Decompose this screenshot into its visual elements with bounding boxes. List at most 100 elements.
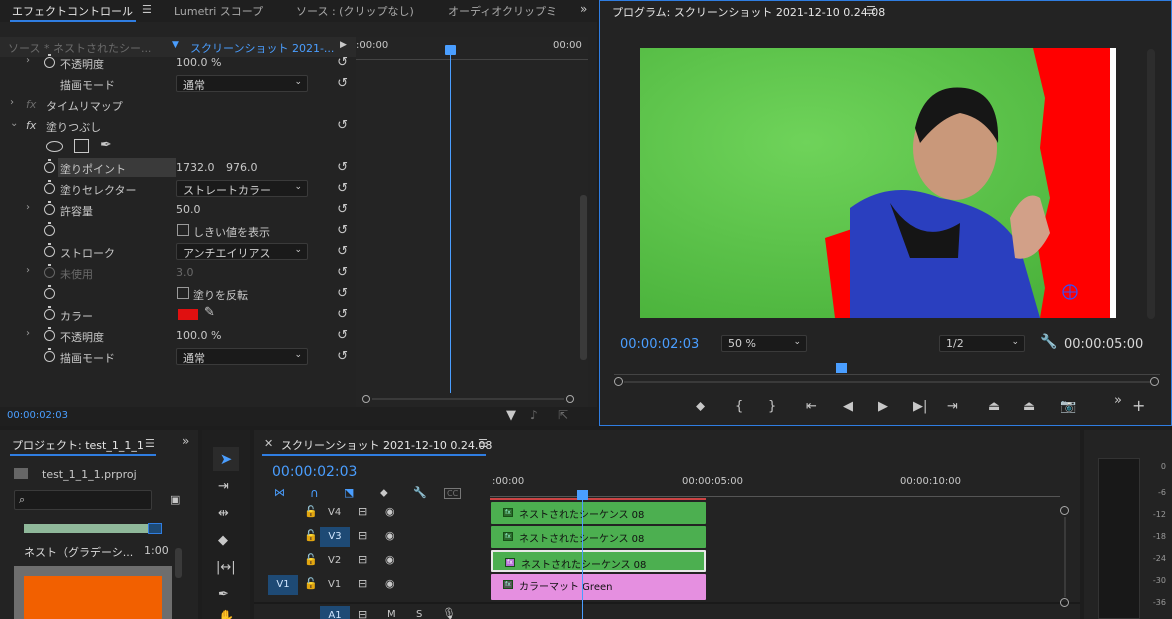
blend-mode-dropdown[interactable]: 通常 ⌄ xyxy=(176,75,308,92)
expand-chevron-icon[interactable]: › xyxy=(26,55,30,66)
solo-button[interactable]: S xyxy=(416,609,422,619)
source-patch-v1[interactable]: V1 xyxy=(268,575,298,595)
timeline-clip[interactable]: fx カラーマット Green xyxy=(491,574,706,600)
reset-icon[interactable]: ↺ xyxy=(337,223,348,238)
new-bin-icon[interactable]: ▣ xyxy=(170,493,180,506)
track-select-tool[interactable]: ⇥ xyxy=(218,479,229,494)
stopwatch-icon[interactable] xyxy=(44,306,55,320)
reset-icon[interactable]: ↺ xyxy=(337,202,348,217)
tab-effect-controls[interactable]: エフェクトコントロール xyxy=(12,3,133,19)
add-marker-icon[interactable]: ⬥ xyxy=(380,486,388,500)
hand-tool[interactable]: ✋ xyxy=(218,610,234,619)
program-vscroll[interactable] xyxy=(1147,49,1155,319)
lift-icon[interactable]: ⏏ xyxy=(988,399,1000,414)
work-area-bar[interactable] xyxy=(490,498,706,500)
program-timecode[interactable]: 00:00:02:03 xyxy=(620,337,699,352)
track-a1-target[interactable]: A1 xyxy=(320,606,350,619)
tolerance-value[interactable]: 50.0 xyxy=(176,203,201,216)
export-icon[interactable]: ⇱ xyxy=(558,408,568,422)
sync-lock-icon[interactable]: ⊟ xyxy=(358,529,367,542)
panel-menu-icon[interactable]: ☰ xyxy=(145,437,155,450)
ec-mini-timeline[interactable]: :00:00 00:00 xyxy=(356,37,588,407)
ec-hscroll[interactable] xyxy=(362,394,574,404)
ec-scrollbar[interactable] xyxy=(580,60,587,360)
sync-lock-icon[interactable]: ⊟ xyxy=(358,608,367,619)
reset-icon[interactable]: ↺ xyxy=(337,328,348,343)
ripple-edit-tool[interactable]: ⇹ xyxy=(218,506,229,521)
stopwatch-icon[interactable] xyxy=(44,348,55,362)
reset-icon[interactable]: ↺ xyxy=(337,76,348,91)
razor-tool[interactable]: ◆ xyxy=(218,533,228,548)
stopwatch-icon[interactable] xyxy=(44,180,55,194)
chevron-down-icon[interactable]: ▼ xyxy=(172,40,179,50)
hscroll-right-handle[interactable] xyxy=(566,395,574,403)
stopwatch-icon[interactable] xyxy=(44,285,55,299)
go-to-in-icon[interactable]: ⇤ xyxy=(806,399,817,414)
panel-menu-icon[interactable]: ☰ xyxy=(866,4,876,17)
timeline-clip[interactable]: fx ネストされたシーケンス 08 xyxy=(491,526,706,548)
more-tabs-icon[interactable]: » xyxy=(580,2,587,16)
mute-button[interactable]: M xyxy=(387,609,396,619)
program-playhead-handle[interactable] xyxy=(836,363,847,373)
stopwatch-icon[interactable] xyxy=(44,222,55,236)
opacity-value[interactable]: 100.0 % xyxy=(176,56,221,69)
fill-point-y[interactable]: 976.0 xyxy=(226,161,258,174)
program-video-frame[interactable] xyxy=(640,48,1116,318)
project-search-input[interactable]: ⌕ xyxy=(14,490,152,510)
ec-scroll-thumb[interactable] xyxy=(580,195,587,360)
timeline-clip[interactable]: fx ネストされたシーケンス 08 xyxy=(491,502,706,524)
project-item-thumbnail-strip[interactable] xyxy=(24,524,160,533)
fill-selector-dropdown[interactable]: ストレートカラー ⌄ xyxy=(176,180,308,197)
linked-selection-icon[interactable]: ⬔ xyxy=(344,486,354,499)
close-tab-icon[interactable]: ✕ xyxy=(264,437,273,450)
reset-icon[interactable]: ↺ xyxy=(337,181,348,196)
program-scroll-left[interactable] xyxy=(614,377,623,386)
extract-icon[interactable]: ⏏ xyxy=(1023,399,1035,414)
reset-icon[interactable]: ↺ xyxy=(337,286,348,301)
selection-tool[interactable]: ➤ xyxy=(213,447,239,471)
eye-icon[interactable]: ◉ xyxy=(385,505,395,518)
invert-fill-checkbox[interactable] xyxy=(177,287,189,299)
timeline-timecode[interactable]: 00:00:02:03 xyxy=(272,464,357,480)
zoom-dropdown[interactable]: 50 % ⌄ xyxy=(721,335,807,352)
timeline-playhead-line[interactable] xyxy=(582,498,583,619)
marker-icon[interactable]: ⬥ xyxy=(696,399,705,414)
mark-in-icon[interactable]: { xyxy=(735,399,743,414)
lock-icon[interactable]: 🔓 xyxy=(304,529,318,542)
ec-timecode[interactable]: 00:00:02:03 xyxy=(7,410,68,421)
camera-icon[interactable]: 📷 xyxy=(1060,399,1076,414)
expand-chevron-icon[interactable]: › xyxy=(10,97,14,108)
stopwatch-icon[interactable] xyxy=(44,159,55,173)
stopwatch-icon[interactable] xyxy=(44,54,55,68)
eye-icon[interactable]: ◉ xyxy=(385,529,395,542)
slip-tool[interactable]: |↔| xyxy=(216,560,236,575)
stopwatch-icon[interactable] xyxy=(44,201,55,215)
show-threshold-checkbox[interactable] xyxy=(177,224,189,236)
resolution-dropdown[interactable]: 1/2 ⌄ xyxy=(939,335,1025,352)
captions-button[interactable]: CC xyxy=(444,488,462,499)
tab-source[interactable]: ソース : (クリップなし) xyxy=(296,3,414,19)
timeline-clip-selected[interactable]: fx ネストされたシーケンス 08 xyxy=(491,550,706,572)
tab-audio-clip-mixer[interactable]: オーディオクリップミ xyxy=(448,3,557,19)
eye-icon[interactable]: ◉ xyxy=(385,553,395,566)
pen-tool[interactable]: ✒ xyxy=(218,587,229,602)
reset-icon[interactable]: ↺ xyxy=(337,55,348,70)
eyedropper-icon[interactable]: ✎ xyxy=(204,305,215,320)
timeline-vscroll[interactable] xyxy=(1060,506,1070,619)
more-buttons-icon[interactable]: » xyxy=(1114,393,1122,408)
ec-playhead[interactable] xyxy=(450,45,451,393)
eye-icon[interactable]: ◉ xyxy=(385,577,395,590)
reset-icon[interactable]: ↺ xyxy=(337,349,348,364)
color-swatch[interactable] xyxy=(178,309,198,320)
hscroll-left-handle[interactable] xyxy=(362,395,370,403)
play-icon[interactable]: ▶ xyxy=(878,399,888,414)
stopwatch-icon[interactable] xyxy=(44,243,55,257)
snap-icon[interactable]: ⋈ xyxy=(274,486,285,499)
reset-icon[interactable]: ↺ xyxy=(337,160,348,175)
add-button-icon[interactable]: + xyxy=(1132,396,1145,415)
mark-out-icon[interactable]: } xyxy=(768,399,776,414)
expand-chevron-icon[interactable]: › xyxy=(26,328,30,339)
project-vscroll[interactable] xyxy=(175,548,182,578)
timeline-ruler[interactable]: :00:00 00:00:05:00 00:00:10:00 xyxy=(490,470,1060,500)
vscroll-bottom-handle[interactable] xyxy=(1060,598,1069,607)
